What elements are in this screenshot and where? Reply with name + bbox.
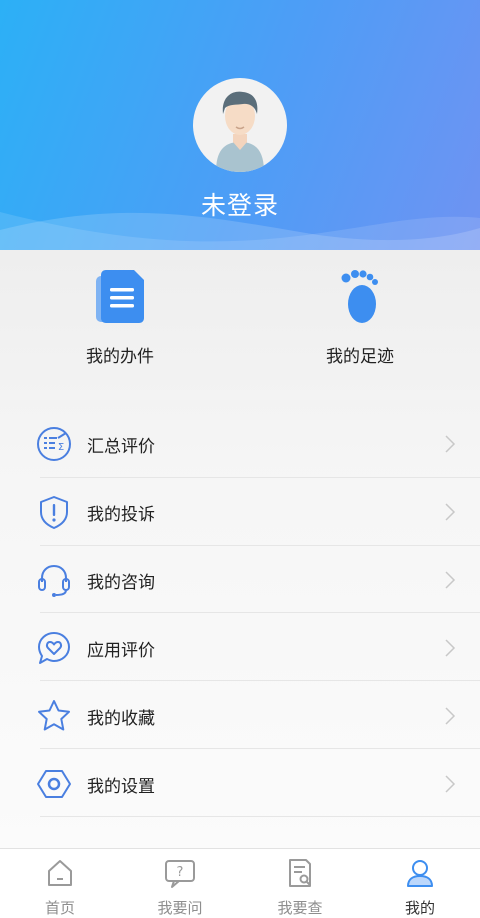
search-document-icon: [289, 859, 311, 887]
settings-hexagon-icon: [37, 770, 71, 798]
tab-query[interactable]: 我要查: [240, 849, 360, 918]
tab-label: 首页: [44, 899, 75, 917]
menu-item-label: 我的设置: [87, 777, 155, 797]
menu-item-my-consultations[interactable]: 我的咨询: [0, 546, 480, 614]
chevron-right-icon: [445, 503, 456, 521]
tab-home[interactable]: 首页: [0, 849, 120, 918]
star-icon: [38, 700, 70, 731]
divider: [40, 748, 480, 749]
user-icon: [407, 860, 433, 887]
my-cases-label: 我的办件: [86, 347, 154, 367]
svg-text:?: ?: [177, 865, 184, 880]
divider: [40, 545, 480, 546]
chevron-right-icon: [445, 639, 456, 657]
tab-label: 我的: [404, 899, 435, 917]
menu-item-label: 应用评价: [87, 641, 155, 661]
menu-item-label: 汇总评价: [87, 437, 155, 457]
svg-text:Σ: Σ: [58, 442, 64, 453]
username-label[interactable]: 未登录: [0, 186, 480, 222]
default-avatar-icon: [216, 91, 264, 172]
tab-ask[interactable]: ? 我要问: [120, 849, 240, 918]
menu-item-app-rating[interactable]: 应用评价: [0, 614, 480, 682]
tab-mine[interactable]: 我的: [360, 849, 480, 918]
menu-item-summary-rating[interactable]: Σ 汇总评价: [0, 410, 480, 478]
tab-label: 我要问: [157, 899, 203, 917]
menu-item-my-favorites[interactable]: 我的收藏: [0, 682, 480, 750]
chevron-right-icon: [445, 775, 456, 793]
footprint-icon: [341, 270, 378, 323]
chevron-right-icon: [445, 571, 456, 589]
chevron-right-icon: [445, 435, 456, 453]
tab-label: 我要查: [277, 899, 323, 917]
divider: [40, 477, 480, 478]
menu-item-my-settings[interactable]: 我的设置: [0, 750, 480, 818]
my-footprint-label: 我的足迹: [326, 347, 394, 367]
heart-bubble-icon: [38, 632, 70, 664]
chevron-right-icon: [445, 707, 456, 725]
divider: [40, 816, 480, 817]
menu-item-label: 我的收藏: [87, 709, 155, 729]
question-bubble-icon: ?: [165, 860, 195, 888]
shield-alert-icon: [40, 496, 68, 529]
menu-item-label: 我的咨询: [87, 573, 155, 593]
home-icon: [48, 860, 72, 886]
menu-item-my-complaints[interactable]: 我的投诉: [0, 478, 480, 546]
menu-item-label: 我的投诉: [87, 505, 155, 525]
bottom-tab-bar: 首页 ? 我要问 我要查 我的: [0, 848, 480, 918]
my-footprint-button[interactable]: 我的足迹: [240, 268, 480, 367]
summary-list-icon: Σ: [37, 427, 71, 461]
divider: [40, 612, 480, 613]
divider: [40, 680, 480, 681]
my-cases-button[interactable]: 我的办件: [0, 268, 240, 367]
profile-header: 未登录: [0, 0, 480, 250]
avatar[interactable]: [193, 78, 287, 172]
headset-icon: [38, 564, 70, 597]
documents-icon: [96, 270, 144, 323]
